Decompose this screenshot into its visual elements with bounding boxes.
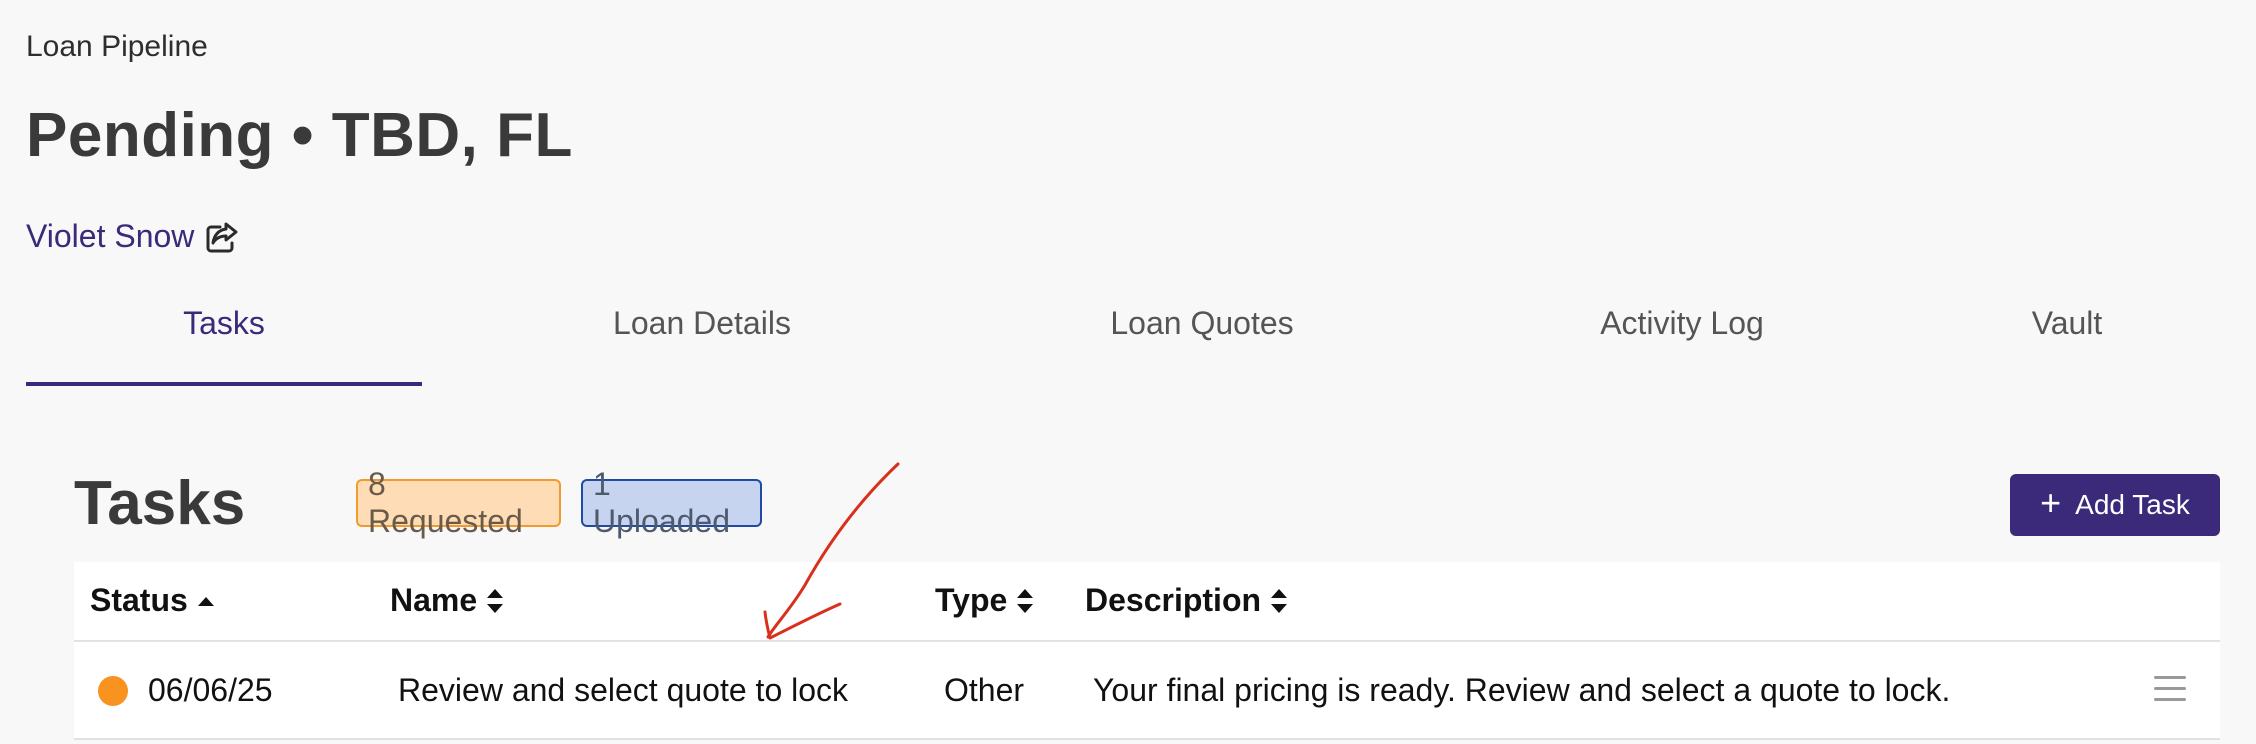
- external-share-icon: [206, 222, 238, 252]
- breadcrumb[interactable]: Loan Pipeline: [26, 30, 208, 64]
- sort-icon: [1015, 586, 1035, 616]
- sort-icon: [1269, 586, 1289, 616]
- tab-loan-details[interactable]: Loan Details: [422, 305, 982, 387]
- tab-activity-log[interactable]: Activity Log: [1422, 305, 1942, 387]
- task-name: Review and select quote to lock: [398, 672, 849, 708]
- task-date: 06/06/25: [148, 672, 273, 708]
- active-tab-indicator: [26, 382, 422, 386]
- row-menu-icon[interactable]: [2154, 676, 2186, 704]
- column-header-status[interactable]: Status: [90, 582, 216, 619]
- tab-bar: Tasks Loan Details Loan Quotes Activity …: [26, 305, 2226, 387]
- task-type: Other: [944, 672, 1025, 708]
- column-header-type[interactable]: Type: [935, 582, 1035, 619]
- column-header-label: Name: [390, 582, 478, 618]
- uploaded-badge: 1 Uploaded: [581, 466, 762, 539]
- column-header-name[interactable]: Name: [390, 582, 505, 619]
- plus-icon: +: [2040, 482, 2062, 523]
- tab-tasks[interactable]: Tasks: [26, 305, 422, 387]
- status-dot-icon: [98, 676, 128, 706]
- column-header-label: Status: [90, 582, 188, 618]
- column-header-label: Type: [935, 582, 1008, 618]
- column-header-label: Description: [1085, 582, 1262, 618]
- sort-ascending-icon: [196, 594, 216, 608]
- contact-name: Violet Snow: [26, 218, 195, 254]
- contact-link[interactable]: Violet Snow: [26, 218, 240, 255]
- table-header: Status Name Type Description: [74, 562, 2220, 642]
- add-task-label: Add Task: [2075, 489, 2190, 520]
- tab-loan-quotes[interactable]: Loan Quotes: [982, 305, 1422, 387]
- sort-icon: [485, 586, 505, 616]
- requested-badge: 8 Requested: [356, 466, 561, 539]
- table-row[interactable]: 06/06/25 Review and select quote to lock…: [74, 642, 2220, 740]
- tasks-heading: Tasks: [74, 469, 246, 538]
- add-task-button[interactable]: + Add Task: [2010, 474, 2220, 536]
- tab-vault[interactable]: Vault: [1942, 305, 2192, 387]
- task-description: Your final pricing is ready. Review and …: [1093, 672, 1951, 708]
- column-header-description[interactable]: Description: [1085, 582, 1289, 619]
- tasks-table: Status Name Type Description 06/06/25 Re…: [74, 562, 2220, 740]
- page-title: Pending • TBD, FL: [26, 101, 573, 170]
